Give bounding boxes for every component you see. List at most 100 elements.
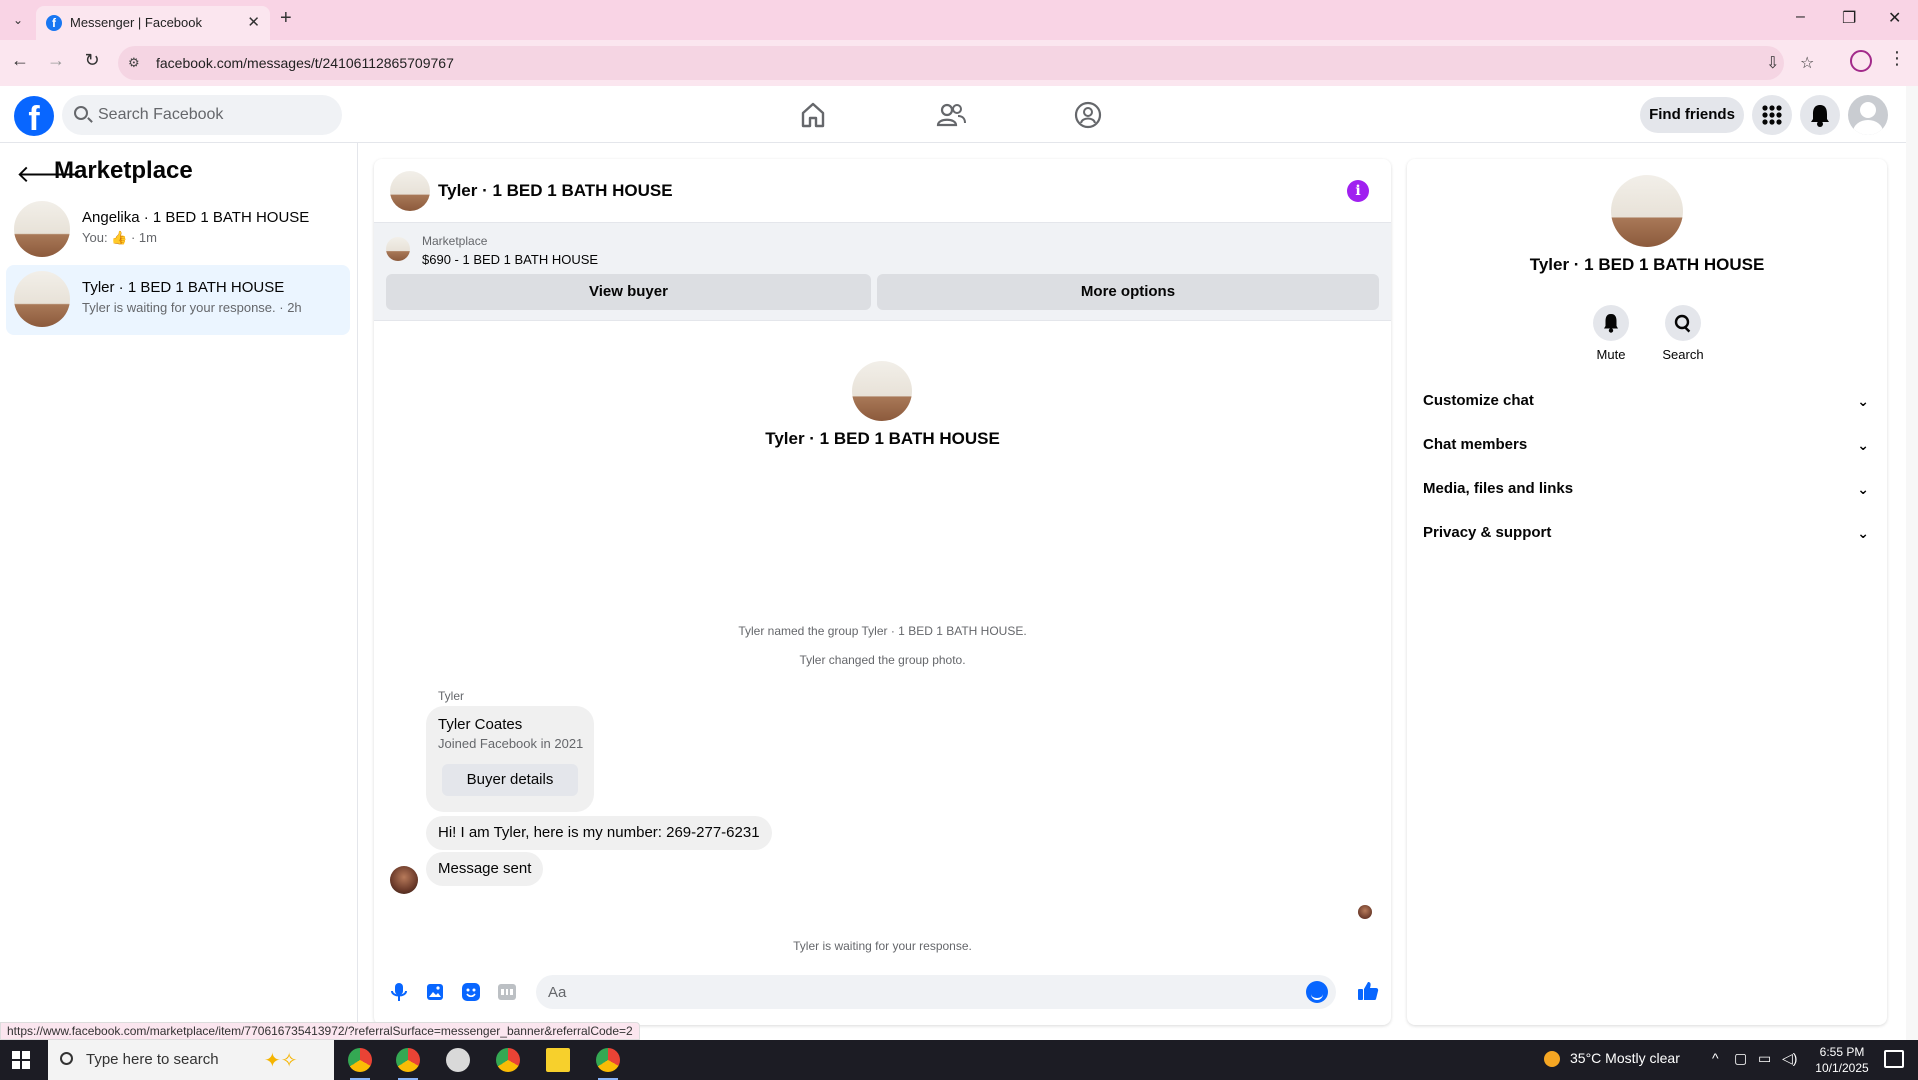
facebook-header: f Search Facebook Find friends	[0, 86, 1906, 143]
device-icon[interactable]: ▢	[1734, 1050, 1747, 1067]
photo-icon[interactable]	[424, 981, 446, 1003]
emoji-icon[interactable]	[1306, 981, 1328, 1003]
browser-tab[interactable]: f Messenger | Facebook ✕	[36, 6, 270, 40]
buyer-details-button[interactable]: Buyer details	[442, 764, 578, 796]
restore-icon[interactable]: ❐	[1842, 8, 1856, 28]
microphone-icon[interactable]	[388, 981, 410, 1003]
chat-details-pane: Tyler · 1 BED 1 BATH HOUSE Mute Search C…	[1407, 159, 1887, 1025]
search-button[interactable]: Search	[1653, 305, 1713, 362]
volume-icon[interactable]: ◁)	[1782, 1050, 1797, 1067]
chat-avatar[interactable]	[390, 171, 430, 211]
message-bubble[interactable]: Hi! I am Tyler, here is my number: 269-2…	[426, 816, 772, 850]
minimize-icon[interactable]: –	[1796, 8, 1805, 26]
weather-text: 35°C Mostly clear	[1570, 1050, 1680, 1066]
address-bar[interactable]: ⚙ facebook.com/messages/t/24106112865709…	[118, 46, 1814, 80]
pane-title: Marketplace	[54, 157, 193, 184]
install-app-icon[interactable]: ⇩	[1766, 53, 1779, 73]
chat-header: Tyler · 1 BED 1 BATH HOUSE i	[374, 159, 1391, 223]
new-tab-icon[interactable]: +	[280, 7, 292, 30]
tab-title: Messenger | Facebook	[70, 15, 202, 30]
browser-profile-icon[interactable]	[1850, 50, 1872, 72]
weather-widget[interactable]: 35°C Mostly clear	[1544, 1050, 1680, 1068]
account-avatar[interactable]	[1848, 95, 1888, 135]
message-input[interactable]: Aa	[536, 975, 1336, 1009]
conversation-item[interactable]: Angelika · 1 BED 1 BATH HOUSE You: 👍 · 1…	[6, 195, 350, 265]
facebook-search-input[interactable]: Search Facebook	[62, 95, 342, 135]
facebook-favicon-icon: f	[46, 15, 62, 31]
home-icon[interactable]	[798, 100, 828, 130]
media-files-links-section[interactable]: Media, files and links ⌄	[1423, 471, 1873, 507]
view-buyer-button[interactable]: View buyer	[386, 274, 871, 310]
address-url[interactable]: facebook.com/messages/t/2410611286570976…	[156, 55, 454, 71]
window-close-icon[interactable]: ✕	[1888, 8, 1901, 28]
system-message: Tyler changed the group photo.	[799, 653, 966, 667]
sparkle-icon: ✦✧	[264, 1050, 298, 1072]
tab-search-icon[interactable]: ⌄	[8, 10, 28, 30]
system-message: Tyler named the group Tyler · 1 BED 1 BA…	[738, 624, 1027, 638]
browser-menu-icon[interactable]: ⋮	[1888, 48, 1906, 69]
app-icon[interactable]	[446, 1048, 470, 1072]
network-icon[interactable]: ▭	[1758, 1050, 1771, 1067]
chat-title[interactable]: Tyler · 1 BED 1 BATH HOUSE	[438, 181, 673, 201]
info-icon[interactable]: i	[1347, 180, 1369, 202]
marketplace-conversations-pane: 🡐 Marketplace Angelika · 1 BED 1 BATH HO…	[0, 143, 358, 1025]
group-name: Tyler · 1 BED 1 BATH HOUSE	[1529, 255, 1765, 274]
buyer-joined: Joined Facebook in 2021	[438, 736, 584, 751]
groups-icon[interactable]	[1073, 100, 1103, 130]
listing-thumbnail	[386, 237, 410, 261]
forward-icon[interactable]: →	[44, 50, 68, 71]
banner-label: Marketplace	[422, 234, 488, 248]
taskbar-clock[interactable]: 6:55 PM 10/1/2025	[1812, 1044, 1872, 1076]
reload-icon[interactable]: ↻	[80, 50, 104, 71]
chevron-down-icon: ⌄	[1857, 525, 1869, 541]
buyer-card: Tyler Coates Joined Facebook in 2021 Buy…	[426, 706, 594, 812]
mute-button[interactable]: Mute	[1581, 305, 1641, 362]
sticky-notes-icon[interactable]	[546, 1048, 570, 1072]
chevron-up-icon[interactable]: ^	[1712, 1050, 1719, 1066]
chrome-app-icon[interactable]	[396, 1048, 420, 1080]
taskbar-search-placeholder: Type here to search	[86, 1051, 219, 1068]
find-friends-button[interactable]: Find friends	[1640, 97, 1744, 133]
chat-members-section[interactable]: Chat members ⌄	[1423, 427, 1873, 463]
listing-title[interactable]: $690 - 1 BED 1 BATH HOUSE	[422, 252, 598, 267]
customize-chat-section[interactable]: Customize chat ⌄	[1423, 383, 1873, 419]
sender-label: Tyler	[438, 689, 465, 703]
chrome-app-icon[interactable]	[496, 1048, 520, 1072]
notifications-bell-icon[interactable]	[1800, 95, 1840, 135]
menu-grid-icon[interactable]	[1752, 95, 1792, 135]
notification-center-icon[interactable]	[1884, 1050, 1904, 1068]
listing-thumbnail	[14, 201, 70, 257]
group-avatar	[852, 361, 912, 421]
section-label: Customize chat	[1423, 392, 1534, 409]
chevron-down-icon: ⌄	[1857, 437, 1869, 453]
windows-start-icon[interactable]	[12, 1051, 30, 1069]
chrome-app-icon[interactable]	[348, 1048, 372, 1080]
bell-icon	[1593, 305, 1629, 341]
conversation-item-active[interactable]: Tyler · 1 BED 1 BATH HOUSE Tyler is wait…	[6, 265, 350, 335]
thumbs-up-icon[interactable]	[1356, 979, 1380, 1003]
section-label: Privacy & support	[1423, 524, 1552, 541]
chrome-app-icon[interactable]	[596, 1048, 620, 1080]
page-scrollbar[interactable]	[1906, 86, 1918, 1040]
more-options-button[interactable]: More options	[877, 274, 1379, 310]
gif-icon[interactable]	[496, 981, 518, 1003]
windows-taskbar: Type here to search ✦✧ 35°C Mostly clear…	[0, 1040, 1918, 1080]
back-icon[interactable]: ←	[8, 50, 32, 71]
waiting-status: Tyler is waiting for your response.	[793, 939, 972, 953]
facebook-logo-icon[interactable]: f	[14, 96, 54, 136]
sticker-icon[interactable]	[460, 981, 482, 1003]
message-bubble[interactable]: Message sent	[426, 852, 544, 886]
clock-time: 6:55 PM	[1819, 1045, 1865, 1059]
listing-thumbnail	[14, 271, 70, 327]
search-icon	[1665, 305, 1701, 341]
browser-toolbar: ← → ↻ ⚙ facebook.com/messages/t/24106112…	[0, 40, 1918, 86]
conversation-preview: Tyler is waiting for your response. · 2h	[82, 300, 302, 315]
taskbar-search-input[interactable]: Type here to search ✦✧	[48, 1040, 334, 1080]
message-placeholder: Aa	[548, 984, 567, 1001]
site-info-icon[interactable]: ⚙	[128, 55, 140, 71]
friends-icon[interactable]	[936, 100, 966, 130]
privacy-support-section[interactable]: Privacy & support ⌄	[1423, 515, 1873, 551]
bookmark-star-icon[interactable]: ☆	[1800, 53, 1814, 73]
search-icon	[60, 1052, 73, 1065]
tab-close-icon[interactable]: ✕	[247, 13, 260, 31]
